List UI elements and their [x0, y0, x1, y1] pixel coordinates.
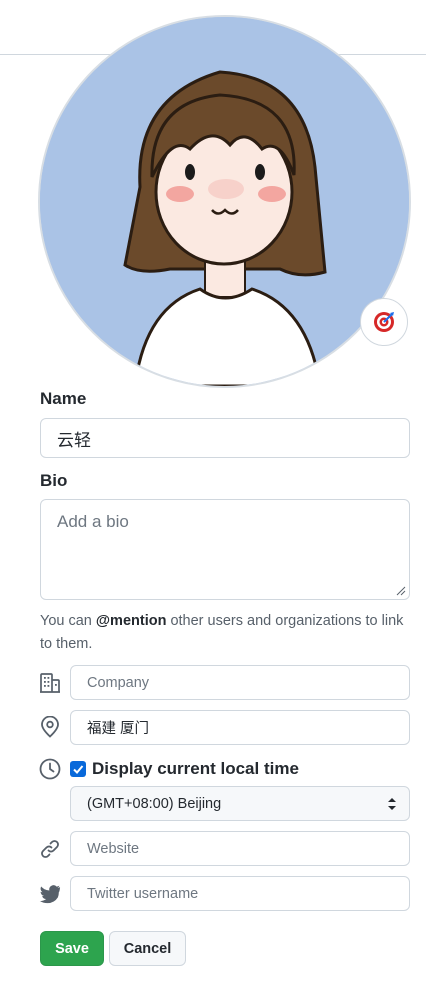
location-input[interactable] [70, 710, 410, 745]
local-time-label[interactable]: Display current local time [92, 759, 299, 779]
link-icon [38, 837, 62, 861]
save-button[interactable]: Save [40, 931, 104, 966]
organization-icon [38, 671, 62, 695]
cancel-button[interactable]: Cancel [109, 931, 186, 966]
local-time-checkbox[interactable] [70, 761, 86, 777]
clock-icon [38, 757, 62, 781]
name-input[interactable] [40, 418, 410, 458]
bio-textarea[interactable] [40, 499, 410, 600]
check-icon [73, 765, 84, 774]
twitter-bird-icon [38, 882, 62, 906]
bio-hint: You can @mention other users and organiz… [40, 610, 412, 656]
timezone-selected-value: (GMT+08:00) Beijing [87, 795, 222, 812]
location-pin-icon [38, 715, 62, 739]
local-time-option[interactable]: Display current local time [70, 757, 299, 781]
avatar[interactable] [38, 15, 411, 388]
name-label: Name [40, 389, 87, 408]
timezone-select[interactable]: (GMT+08:00) Beijing [70, 786, 410, 821]
select-arrows-icon [388, 798, 396, 810]
mention-text: @mention [95, 613, 167, 629]
set-status-button[interactable] [360, 298, 408, 346]
avatar-container [38, 15, 411, 388]
hint-prefix: You can [40, 613, 96, 629]
company-input[interactable] [70, 665, 410, 700]
resize-grip-icon[interactable] [396, 586, 406, 596]
bio-label: Bio [40, 471, 68, 490]
avatar-illustration [40, 17, 409, 386]
dart-target-icon [374, 312, 394, 332]
website-input[interactable] [70, 831, 410, 866]
twitter-input[interactable] [70, 876, 410, 911]
